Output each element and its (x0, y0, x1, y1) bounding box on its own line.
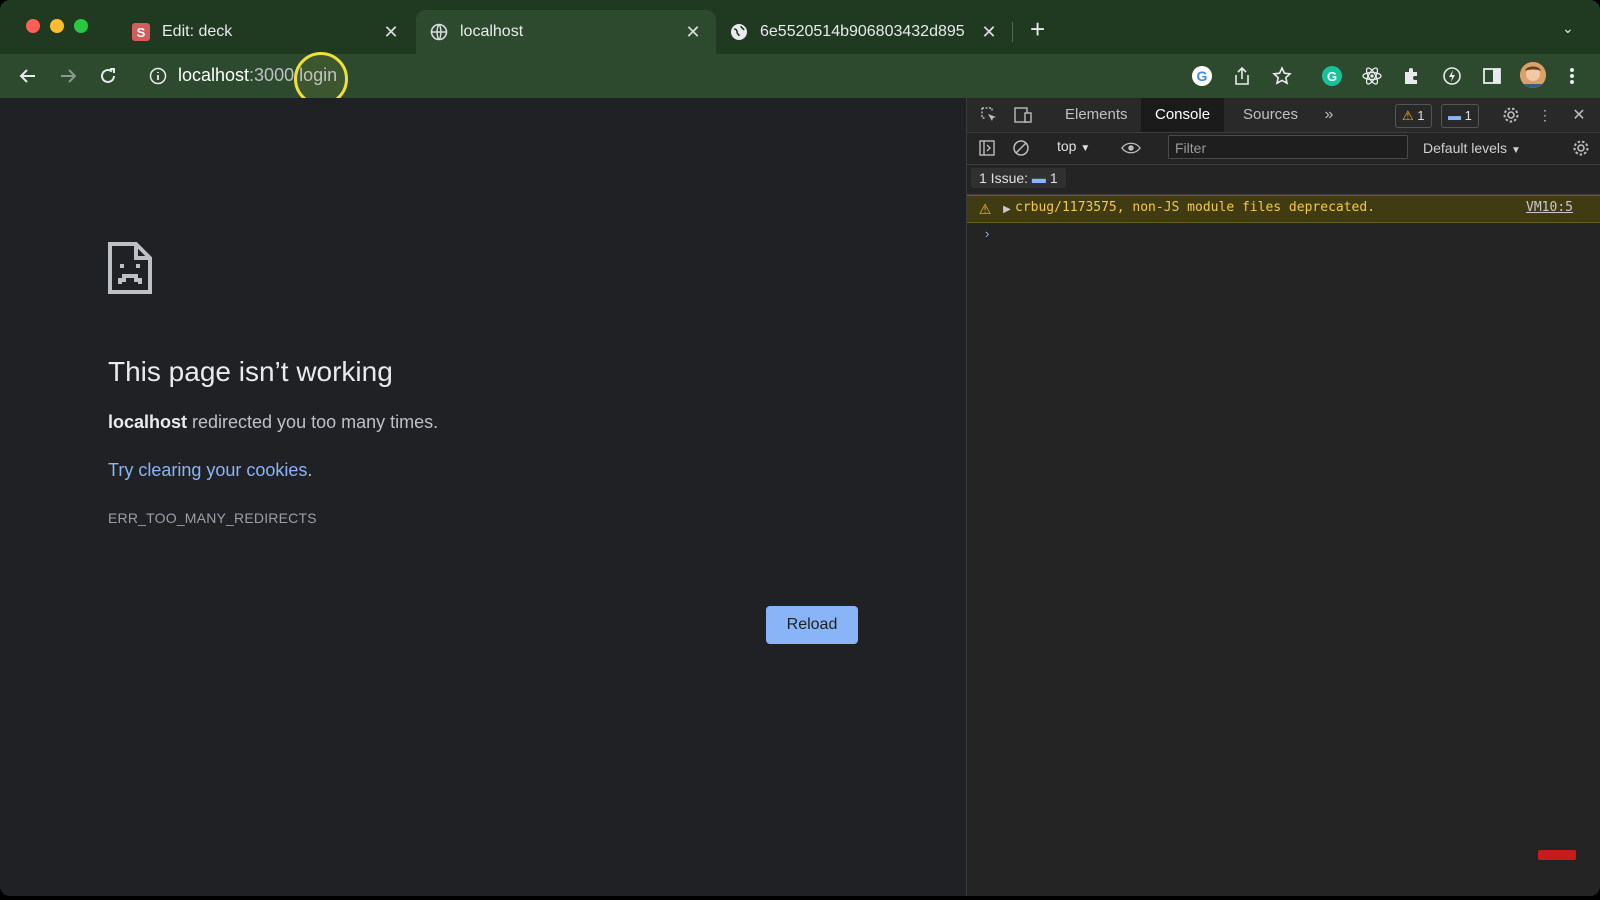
expand-triangle-icon[interactable]: ▶ (997, 199, 1017, 219)
toolbar: localhost:3000/login G G (0, 54, 1600, 98)
tab-localhost[interactable]: localhost ✕ (416, 10, 716, 54)
warning-triangle-icon: ⚠ (1402, 108, 1414, 123)
info-icon[interactable] (146, 64, 170, 88)
side-panel-icon[interactable] (1480, 64, 1504, 88)
error-message-text: redirected you too many times. (187, 412, 439, 432)
globe-icon (730, 23, 748, 41)
url-host: localhost (178, 65, 250, 85)
issues-count: 1 (1049, 170, 1058, 186)
clear-console-icon[interactable] (1011, 138, 1031, 158)
tab-elements[interactable]: Elements (1051, 98, 1142, 132)
tab-hash[interactable]: 6e5520514b906803432d895 ✕ (716, 10, 1012, 54)
log-levels-dropdown[interactable]: Default levels ▼ (1423, 140, 1521, 156)
close-devtools-icon[interactable]: ✕ (1569, 105, 1589, 125)
error-host: localhost (108, 412, 188, 432)
close-icon[interactable]: ✕ (382, 22, 400, 43)
devtools-menu-icon[interactable]: ⋮ (1535, 105, 1555, 125)
warnings-badge[interactable]: ⚠ 1 (1395, 104, 1432, 128)
error-title: This page isn’t working (108, 356, 393, 387)
filter-placeholder: Filter (1175, 140, 1207, 156)
svg-text:G: G (1327, 69, 1337, 84)
google-icon[interactable]: G (1190, 64, 1214, 88)
tab-console[interactable]: Console (1141, 98, 1225, 132)
bottom-edge (0, 896, 1600, 900)
grammarly-icon[interactable]: G (1320, 64, 1344, 88)
context-selector[interactable]: top ▼ (1057, 138, 1090, 154)
tab-title: 6e5520514b906803432d895 (760, 23, 965, 40)
tab-separator (1012, 22, 1013, 42)
tab-title: localhost (460, 23, 524, 40)
sad-page-icon (106, 240, 154, 296)
console-toolbar: top ▼ Filter Default levels ▼ (967, 132, 1600, 165)
minimize-window-button[interactable] (50, 19, 64, 33)
close-window-button[interactable] (26, 19, 40, 33)
issues-button[interactable]: 1 Issue: ▬ 1 (971, 168, 1066, 188)
react-devtools-icon[interactable] (1360, 64, 1384, 88)
tab-strip: S Edit: deck ✕ localhost ✕ 6e5520514b906… (0, 0, 1600, 54)
globe-icon (430, 23, 448, 41)
device-toolbar-icon[interactable] (1013, 105, 1033, 125)
error-hint: Try clearing your cookies. (108, 460, 312, 481)
tab-search-chevron-icon[interactable]: ⌄ (1562, 20, 1574, 37)
subscribe-watermark (1538, 850, 1576, 860)
performance-bolt-icon[interactable] (1440, 64, 1464, 88)
settings-gear-icon[interactable] (1501, 105, 1521, 125)
context-label: top (1057, 138, 1077, 154)
messages-count: 1 (1464, 108, 1472, 123)
maximize-window-button[interactable] (74, 19, 88, 33)
levels-label: Default levels (1423, 140, 1508, 156)
clear-cookies-link[interactable]: Try clearing your cookies (108, 460, 307, 480)
slides-s-icon: S (132, 23, 150, 41)
dropdown-arrow-icon: ▼ (1080, 143, 1091, 154)
browser-window: S Edit: deck ✕ localhost ✕ 6e5520514b906… (0, 0, 1600, 896)
tab-edit-deck[interactable]: S Edit: deck ✕ (118, 10, 414, 54)
share-icon[interactable] (1230, 64, 1254, 88)
dropdown-arrow-icon: ▼ (1510, 145, 1521, 156)
tab-title: Edit: deck (162, 23, 233, 40)
devtools-panel: Elements Console Sources » ⚠ 1 ▬ 1 ⋮ ✕ t… (966, 98, 1600, 896)
kebab-menu-icon[interactable] (1560, 64, 1584, 88)
console-prompt[interactable]: › (985, 226, 989, 241)
issues-bar: 1 Issue: ▬ 1 (967, 164, 1600, 195)
reload-icon[interactable] (96, 64, 120, 88)
tab-sources[interactable]: Sources (1229, 98, 1312, 132)
warning-triangle-icon: ⚠ (978, 200, 992, 217)
inspect-element-icon[interactable] (979, 105, 999, 125)
extensions-puzzle-icon[interactable] (1400, 64, 1424, 88)
star-bookmark-icon[interactable] (1270, 64, 1294, 88)
warning-source-link[interactable]: VM10:5 (1526, 200, 1573, 215)
issues-label: 1 Issue: (979, 170, 1029, 186)
error-page: This page isn’t working localhost redire… (0, 98, 966, 896)
eye-icon[interactable] (1121, 138, 1141, 158)
sidebar-toggle-icon[interactable] (977, 138, 997, 158)
close-icon[interactable]: ✕ (684, 22, 702, 43)
warnings-count: 1 (1417, 108, 1425, 123)
hint-period: . (307, 460, 313, 480)
profile-avatar[interactable] (1520, 62, 1546, 88)
back-arrow-icon[interactable] (16, 64, 40, 88)
error-message: localhost redirected you too many times. (108, 412, 438, 433)
console-settings-gear-icon[interactable] (1571, 138, 1591, 158)
error-code: ERR_TOO_MANY_REDIRECTS (108, 510, 317, 526)
console-warning-row[interactable]: ⚠ ▶ crbug/1173575, non-JS module files d… (967, 195, 1600, 223)
forward-arrow-icon[interactable] (56, 64, 80, 88)
svg-text:G: G (1197, 68, 1208, 84)
devtools-tab-bar: Elements Console Sources » ⚠ 1 ▬ 1 ⋮ ✕ (967, 98, 1600, 133)
messages-badge[interactable]: ▬ 1 (1441, 104, 1479, 128)
warning-message: crbug/1173575, non-JS module files depre… (1015, 200, 1376, 215)
reload-button[interactable]: Reload (766, 606, 858, 644)
more-tabs-chevron-icon[interactable]: » (1319, 105, 1339, 125)
new-tab-button[interactable]: + (1030, 16, 1045, 42)
message-icon: ▬ (1031, 170, 1046, 186)
close-icon[interactable]: ✕ (980, 22, 998, 43)
message-icon: ▬ (1448, 108, 1461, 123)
